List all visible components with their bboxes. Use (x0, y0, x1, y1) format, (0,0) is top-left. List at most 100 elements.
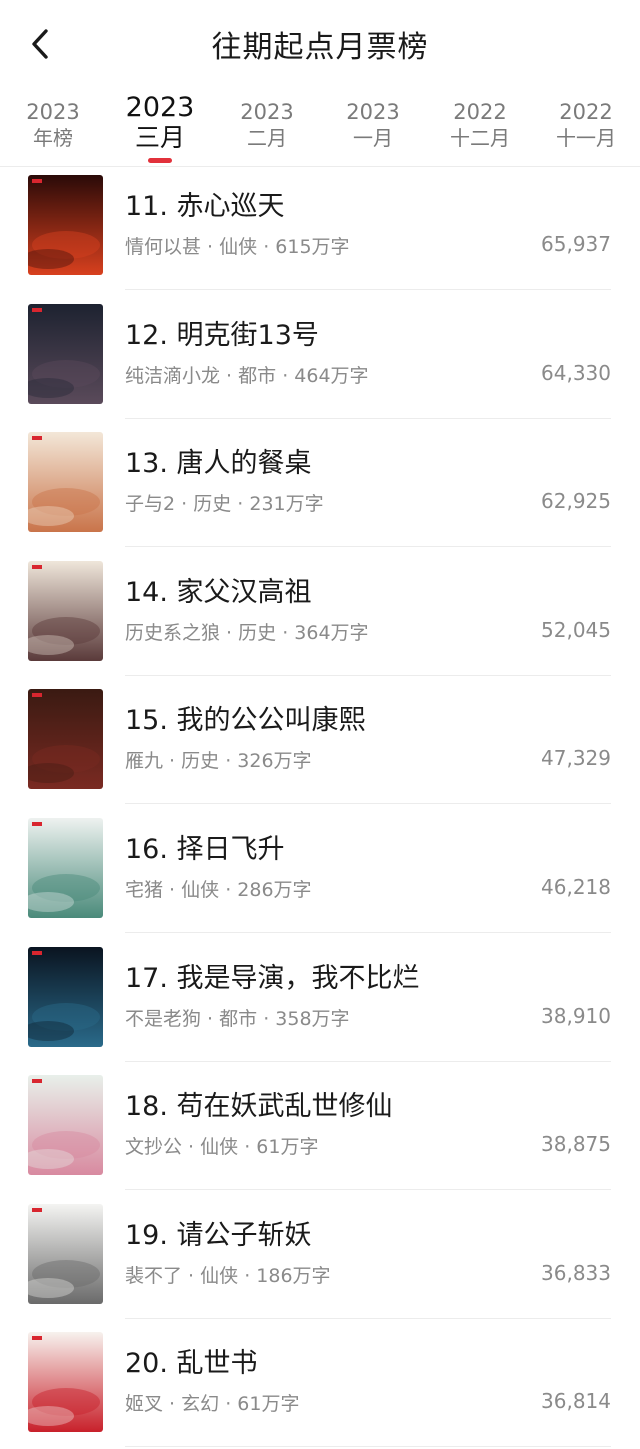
book-cover[interactable] (28, 560, 103, 661)
book-title[interactable]: 15. 我的公公叫康熙 (125, 698, 366, 737)
list-item[interactable]: 14. 家父汉高祖 历史系之狼 · 历史 · 364万字 52,045 (0, 548, 640, 676)
book-word-count: 286万字 (237, 879, 312, 901)
book-title[interactable]: 14. 家父汉高祖 (125, 570, 312, 609)
book-author: 情何以甚 (125, 236, 202, 258)
meta-separator: · (238, 1264, 257, 1287)
book-title[interactable]: 16. 择日飞升 (125, 827, 285, 866)
book-meta: 裴不了 · 仙侠 · 186万字 (125, 1261, 331, 1288)
meta-separator: · (238, 1136, 257, 1159)
book-cover[interactable] (28, 1075, 103, 1176)
book-cover[interactable] (28, 946, 103, 1047)
book-genre: 历史 (193, 493, 232, 516)
tab-period: 三月 (134, 123, 185, 152)
meta-separator: · (219, 750, 238, 773)
book-author: 不是老狗 (125, 1007, 202, 1030)
book-title[interactable]: 13. 唐人的餐桌 (125, 441, 312, 480)
meta-separator: · (182, 1136, 201, 1159)
list-item[interactable]: 15. 我的公公叫康熙 雁九 · 历史 · 326万字 47,329 (0, 676, 640, 805)
book-cover[interactable] (28, 1203, 103, 1304)
book-cover[interactable] (28, 689, 103, 790)
tab-year: 2022 (453, 100, 507, 124)
list-item[interactable]: 13. 唐人的餐桌子与2 · 历史 · 231万字 62,925 (0, 419, 640, 548)
book-author: 历史系之狼 (125, 621, 221, 644)
row-divider (125, 1446, 611, 1448)
meta-separator: · (257, 1007, 276, 1030)
book-word-count: 358万字 (275, 1007, 350, 1030)
monthly-votes: 64,330 (541, 360, 611, 385)
book-author: 子与2 (125, 493, 176, 516)
book-cover-art (28, 1332, 103, 1433)
book-meta: 纯洁滴小龙 · 都市 · 464万字 (125, 361, 369, 388)
book-cover-art (28, 303, 103, 404)
meta-separator: · (219, 879, 238, 901)
book-cover[interactable] (28, 818, 103, 918)
top-bar: 往期起点月票榜 (0, 0, 640, 90)
book-author: 裴不了 (125, 1264, 183, 1287)
book-genre: 仙侠 (200, 1264, 239, 1287)
book-meta: 姬叉 · 玄幻 · 61万字 (125, 1389, 299, 1416)
list-item[interactable]: 16. 择日飞升宅猪 · 仙侠 · 286万字 46,218 (0, 805, 640, 933)
meta-separator: · (201, 236, 220, 258)
book-word-count: 186万字 (256, 1264, 331, 1287)
book-cover[interactable] (28, 175, 103, 275)
tab-period: 一月 (353, 126, 393, 150)
book-author: 宅猪 (125, 879, 164, 901)
book-cover-art (28, 1203, 103, 1304)
monthly-votes: 46,218 (541, 875, 611, 899)
book-genre: 历史 (181, 750, 220, 773)
book-title[interactable]: 17. 我是导演，我不比烂 (125, 956, 420, 995)
book-author: 雁九 (125, 750, 164, 773)
book-genre: 都市 (238, 364, 277, 387)
tab-2022-december[interactable]: 2022 十二月 (432, 92, 528, 151)
book-title[interactable]: 18. 苟在妖武乱世修仙 (125, 1084, 393, 1123)
book-word-count: 464万字 (294, 364, 369, 387)
meta-separator: · (220, 621, 239, 644)
book-author: 纯洁滴小龙 (125, 364, 221, 387)
tab-period: 二月 (247, 126, 287, 150)
meta-separator: · (201, 1007, 220, 1030)
list-item[interactable]: 12. 明克街13号纯洁滴小龙 · 都市 · 464万字 64,330 (0, 291, 640, 419)
tab-period: 十二月 (450, 126, 510, 150)
book-title[interactable]: 12. 明克街13号 (125, 313, 319, 352)
book-cover[interactable] (28, 432, 103, 533)
tab-2023-february[interactable]: 2023 二月 (219, 92, 315, 151)
book-cover[interactable] (28, 1332, 103, 1433)
book-cover-art (28, 689, 103, 790)
list-item[interactable]: 19. 请公子斩妖 裴不了 · 仙侠 · 186万字 36,833 (0, 1191, 640, 1319)
book-cover-art (28, 818, 103, 918)
list-item[interactable]: 17. 我是导演，我不比烂 不是老狗 · 都市 · 358万字 38,910 (0, 934, 640, 1062)
book-word-count: 364万字 (294, 621, 369, 644)
book-cover-art (28, 560, 103, 661)
book-word-count: 61万字 (256, 1136, 319, 1159)
book-cover-art (28, 946, 103, 1047)
page-title: 往期起点月票榜 (211, 30, 429, 65)
monthly-votes: 38,875 (541, 1132, 611, 1157)
tab-period: 十一月 (556, 126, 616, 150)
book-title[interactable]: 20. 乱世书 (125, 1341, 258, 1380)
book-meta: 宅猪 · 仙侠 · 286万字 (125, 875, 312, 902)
list-item[interactable]: 20. 乱世书 姬叉 · 玄幻 · 61万字 36,814 (0, 1319, 640, 1448)
list-item[interactable]: 11. 赤心巡天 情何以甚 · 仙侠 · 615万字 65,937 (0, 162, 640, 290)
book-genre: 历史 (238, 621, 277, 644)
book-cover[interactable] (28, 303, 103, 404)
tab-year: 2022 (559, 100, 613, 124)
book-genre: 仙侠 (219, 236, 258, 258)
tab-2023-annual[interactable]: 2023 年榜 (5, 92, 101, 151)
tab-year: 2023 (26, 100, 80, 124)
tab-period: 年榜 (33, 126, 73, 150)
tab-2022-november[interactable]: 2022 十一月 (538, 92, 634, 151)
monthly-votes: 38,910 (541, 1003, 611, 1028)
book-title[interactable]: 11. 赤心巡天 (125, 184, 285, 223)
tab-2023-january[interactable]: 2023 一月 (325, 92, 421, 151)
book-cover-art (28, 432, 103, 533)
book-meta: 情何以甚 · 仙侠 · 615万字 (125, 232, 350, 259)
book-author: 姬叉 (125, 1393, 164, 1416)
period-tabs: 2023 年榜 2023 三月 2023 二月 2023 一月 2022 十二月… (0, 92, 640, 167)
list-item[interactable]: 18. 苟在妖武乱世修仙 文抄公 · 仙侠 · 61万字 38,875 (0, 1062, 640, 1191)
meta-separator: · (257, 236, 276, 258)
book-title[interactable]: 19. 请公子斩妖 (125, 1213, 312, 1252)
book-meta: 子与2 · 历史 · 231万字 (125, 489, 324, 516)
monthly-votes: 62,925 (541, 489, 611, 514)
tab-2023-march[interactable]: 2023 三月 (112, 92, 208, 163)
book-word-count: 326万字 (237, 750, 312, 773)
